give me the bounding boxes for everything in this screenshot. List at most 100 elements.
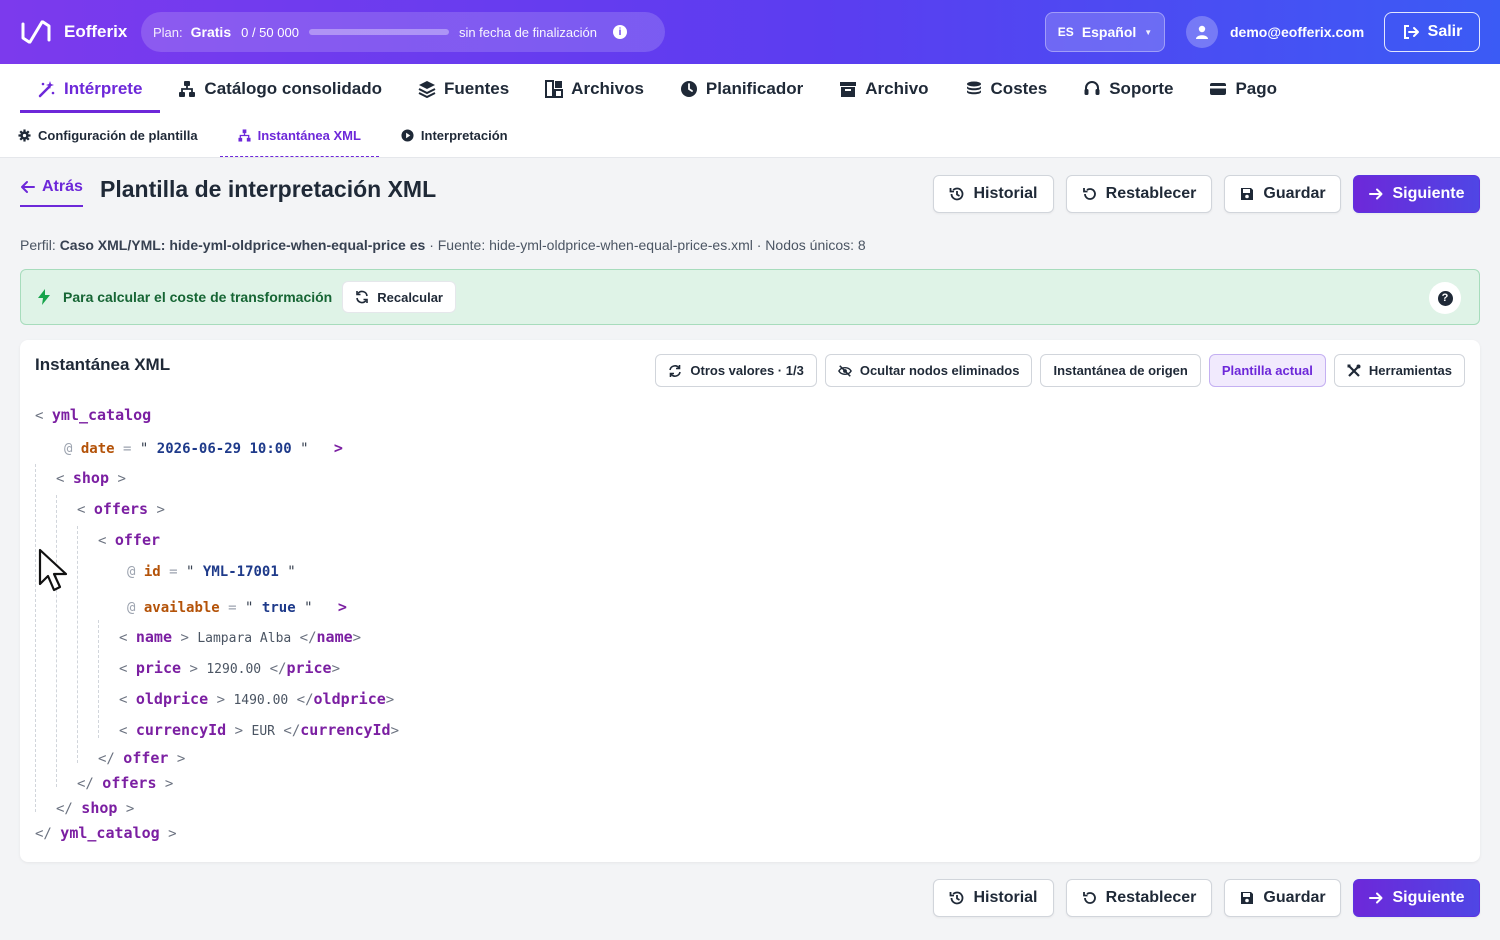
main-nav: Intérprete Catálogo consolidado Fuentes … (20, 64, 1295, 113)
history-label: Historial (973, 889, 1038, 906)
xml-tag: name (135, 628, 172, 646)
arrow-right-icon (1369, 188, 1383, 200)
history-icon (950, 187, 964, 201)
xml-node-shop[interactable]: < shop > (56, 469, 126, 487)
save-button[interactable]: Guardar (1224, 175, 1341, 213)
xml-field-row[interactable]: < price > 1290.00 </price> (119, 659, 340, 677)
logo-icon (21, 20, 51, 44)
nav-item-soporte[interactable]: Soporte (1065, 64, 1191, 113)
recalculate-button[interactable]: Recalcular (342, 281, 456, 313)
nav-item-fuentes[interactable]: Fuentes (400, 64, 527, 113)
xml-tag: offers (93, 500, 149, 518)
floppy-disk-icon (1241, 188, 1254, 200)
magic-wand-icon (38, 80, 55, 97)
xml-close-offer: </ offer > (98, 749, 186, 767)
back-link[interactable]: Atrás (20, 178, 83, 207)
xml-tag: currencyId (135, 721, 227, 739)
nav-label: Intérprete (64, 78, 143, 98)
xml-node-root[interactable]: < yml_catalog (35, 406, 151, 424)
nav-item-planificador[interactable]: Planificador (662, 64, 821, 113)
xml-field-row[interactable]: < currencyId > EUR </currencyId> (119, 721, 399, 739)
gear-icon (18, 128, 31, 142)
refresh-icon (356, 290, 369, 304)
nav-label: Costes (990, 78, 1048, 98)
user-menu[interactable]: demo@eofferix.com (1186, 16, 1364, 48)
next-button[interactable]: Siguiente (1353, 879, 1480, 917)
source-snapshot-label: Instantánea de origen (1053, 363, 1188, 378)
history-button[interactable]: Historial (933, 175, 1054, 213)
nav-item-costes[interactable]: Costes (947, 64, 1066, 113)
brand-logo[interactable]: Eofferix (20, 18, 127, 46)
history-button[interactable]: Historial (933, 879, 1054, 917)
xml-text-value: EUR (251, 724, 275, 739)
plan-end: sin fecha de finalización (458, 24, 597, 40)
nav-item-archivo[interactable]: Archivo (821, 64, 946, 113)
xml-tag: offer (123, 749, 169, 767)
page-title: Plantilla de interpretación XML (100, 176, 437, 202)
xml-tag: yml_catalog (51, 406, 152, 424)
source-snapshot-button[interactable]: Instantánea de origen (1040, 354, 1201, 387)
plan-usage-bar (308, 29, 449, 35)
grid-icon (545, 79, 564, 98)
nav-item-pago[interactable]: Pago (1191, 64, 1295, 113)
plan-label: Plan: (153, 24, 183, 40)
info-icon[interactable]: i (612, 25, 627, 39)
xml-attribute[interactable]: @ date = " 2026-06-29 10:00 " > (64, 439, 343, 457)
language-selector[interactable]: ES Español ▼ (1045, 12, 1165, 52)
save-label: Guardar (1263, 185, 1326, 202)
navigation: Intérprete Catálogo consolidado Fuentes … (0, 64, 1500, 158)
xml-attribute[interactable]: @ id = " YML-17001 " (127, 564, 296, 580)
next-button[interactable]: Siguiente (1353, 175, 1480, 213)
xml-close-offers: </ offers > (77, 774, 174, 792)
xml-attr-name: id (143, 564, 161, 580)
plan-name: Gratis (190, 24, 232, 40)
current-template-button[interactable]: Plantilla actual (1208, 354, 1326, 387)
tab-configuracion-plantilla[interactable]: Configuración de plantilla (18, 113, 218, 157)
reset-button[interactable]: Restablecer (1066, 175, 1212, 213)
plan-usage: 0 / 50 000 (241, 24, 299, 40)
hide-removed-nodes-button[interactable]: Ocultar nodos eliminados (824, 354, 1033, 387)
help-button[interactable]: ? (1429, 282, 1461, 314)
xml-attr-name: date (80, 441, 115, 457)
tab-label: Configuración de plantilla (38, 127, 198, 143)
arrow-right-icon (1369, 892, 1383, 904)
arrow-left-icon (21, 181, 35, 193)
xml-tag: oldprice (313, 690, 386, 708)
profile-meta: Perfil: Caso XML/YML: hide-yml-oldprice-… (20, 237, 866, 253)
tools-button[interactable]: Herramientas (1333, 354, 1465, 387)
xml-field-row[interactable]: < oldprice > 1490.00 </oldprice> (119, 690, 394, 708)
save-button[interactable]: Guardar (1224, 879, 1341, 917)
other-values-button[interactable]: Otros valores · 1/3 (655, 354, 817, 387)
indent-guide (77, 526, 78, 763)
notice-text: Para calcular el coste de transformación (63, 289, 333, 305)
tab-label: Interpretación (420, 127, 508, 143)
xml-tag: oldprice (135, 690, 209, 708)
tab-instantanea-xml[interactable]: Instantánea XML (219, 113, 380, 157)
nav-item-archivos[interactable]: Archivos (527, 64, 662, 113)
layers-icon (418, 80, 436, 98)
xml-snapshot-card: Instantánea XML Otros valores · 1/3 Ocul… (20, 340, 1480, 862)
tab-interpretacion[interactable]: Interpretación (401, 113, 528, 157)
hide-removed-label: Ocultar nodos eliminados (859, 363, 1020, 378)
lightning-icon (38, 289, 50, 305)
nav-item-catalogo[interactable]: Catálogo consolidado (160, 64, 400, 113)
xml-attribute[interactable]: @ available = " true " > (127, 598, 347, 616)
recalculate-label: Recalcular (377, 289, 443, 305)
xml-close-shop: </ shop > (56, 799, 135, 817)
xml-tag: price (286, 659, 332, 677)
xml-tag: offers (102, 774, 157, 792)
logout-button[interactable]: Salir (1384, 12, 1480, 52)
reset-label: Restablecer (1105, 889, 1197, 906)
logout-label: Salir (1427, 23, 1463, 40)
xml-node-offer[interactable]: < offer (98, 531, 160, 549)
card-title: Instantánea XML (35, 355, 171, 374)
save-label: Guardar (1263, 889, 1326, 906)
xml-node-offers[interactable]: < offers > (77, 500, 165, 518)
nav-item-interprete[interactable]: Intérprete (20, 64, 161, 113)
next-label: Siguiente (1392, 889, 1465, 906)
xml-text-value: Lampara Alba (197, 631, 292, 646)
reset-button[interactable]: Restablecer (1066, 879, 1212, 917)
xml-field-row[interactable]: < name > Lampara Alba </name> (119, 628, 361, 646)
coins-icon (966, 81, 981, 94)
xml-text-value: 1290.00 (206, 662, 262, 677)
